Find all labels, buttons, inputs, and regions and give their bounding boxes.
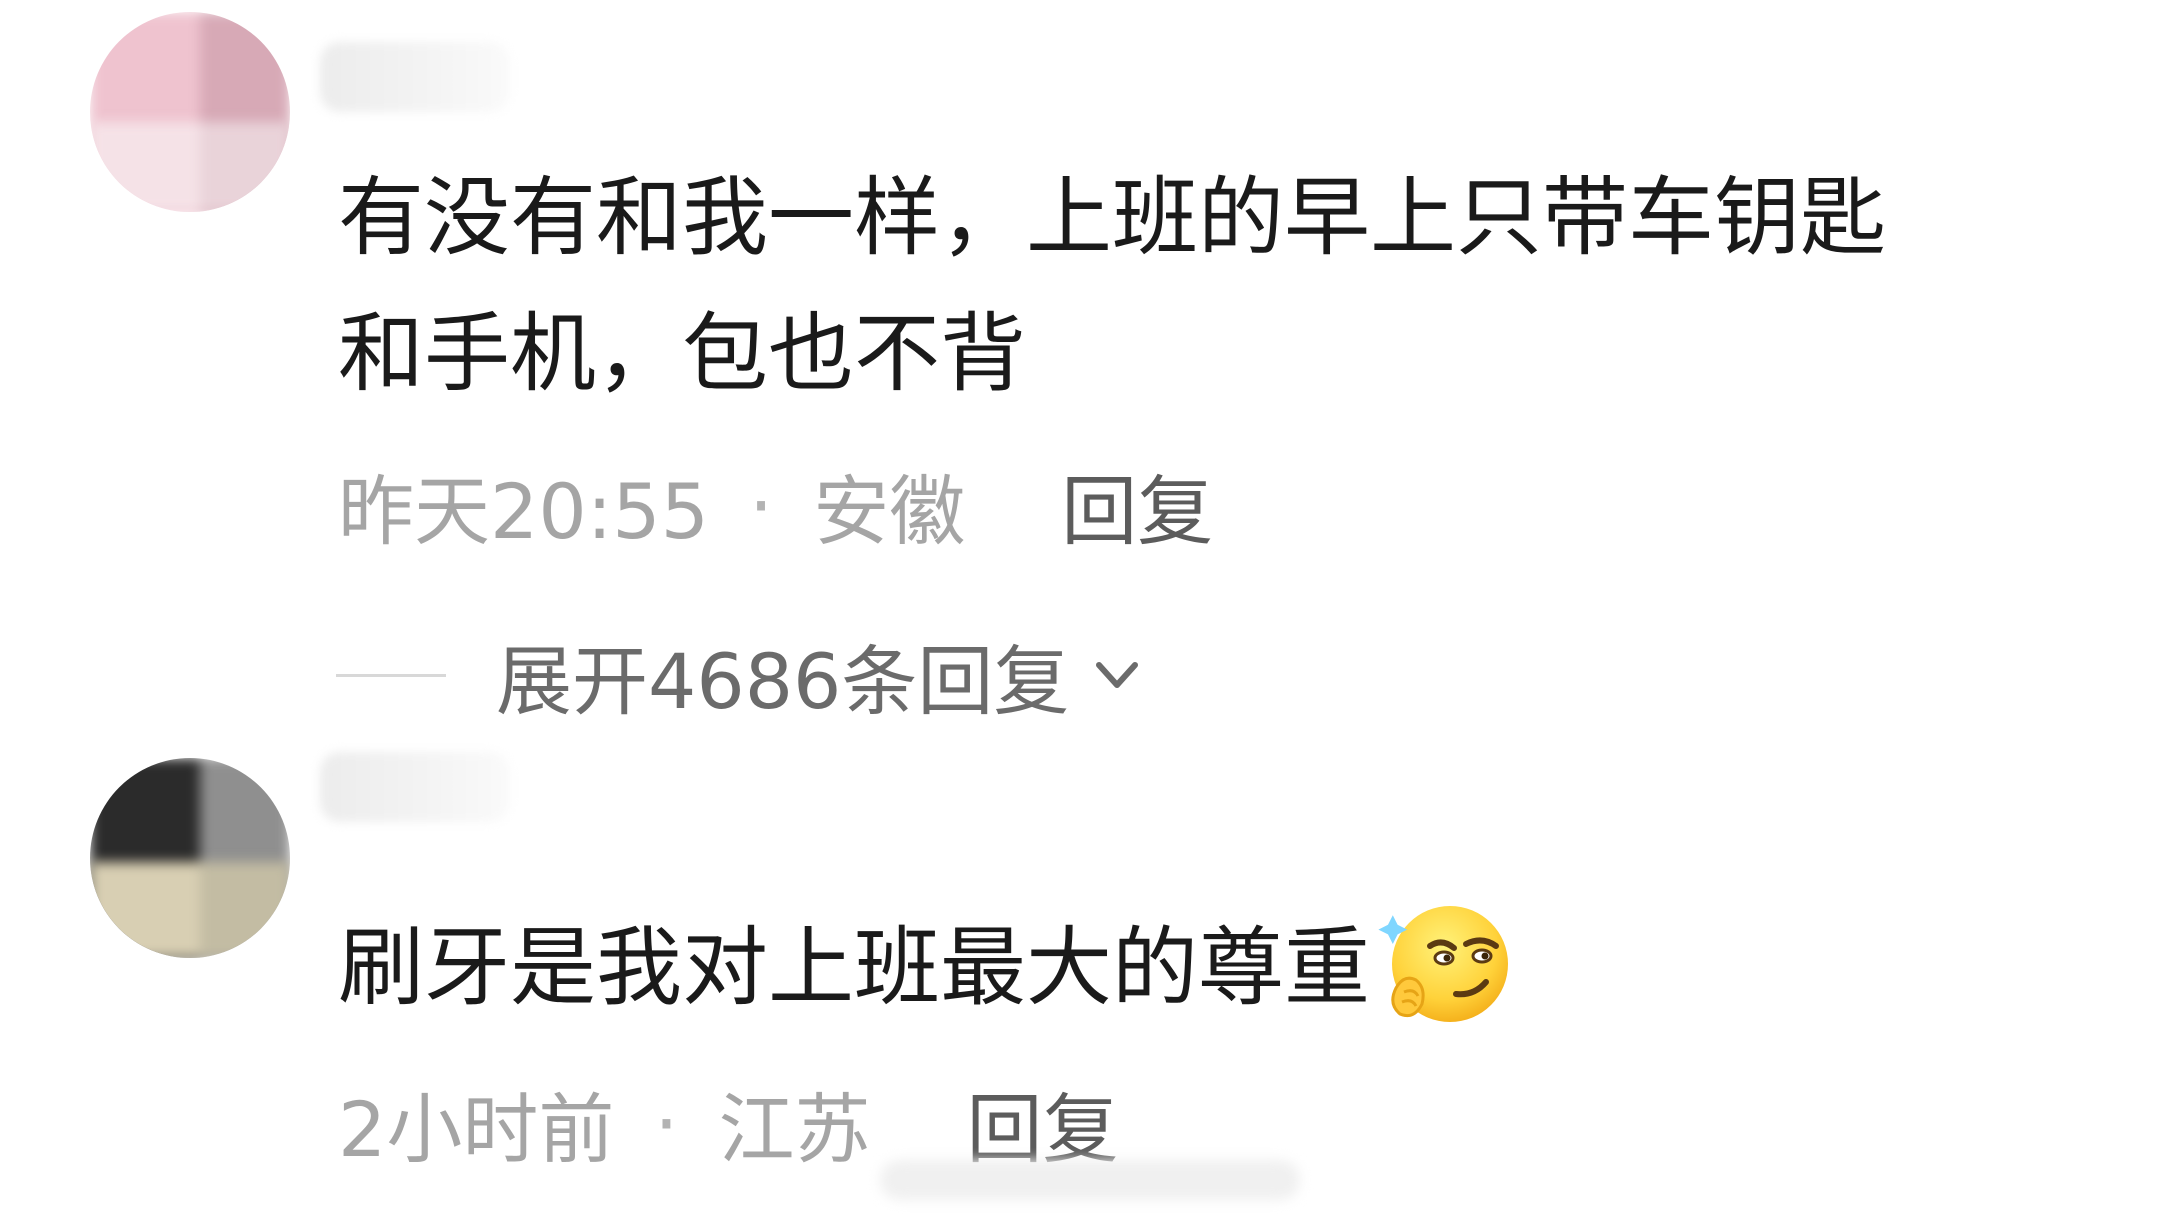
reply-button[interactable]: 回复 xyxy=(1061,450,1213,560)
divider xyxy=(336,673,446,677)
comment-time: 昨天20:55 xyxy=(338,467,710,556)
username-blurred[interactable] xyxy=(320,42,510,112)
avatar[interactable] xyxy=(90,758,290,958)
watermark xyxy=(880,1160,1300,1200)
comment-text-line: 有没有和我一样，上班的早上只带车钥匙 xyxy=(338,168,1886,268)
username-blurred[interactable] xyxy=(320,752,510,822)
chevron-down-icon xyxy=(1096,662,1139,688)
avatar[interactable] xyxy=(90,12,290,212)
comment-time: 2小时前 xyxy=(338,1085,615,1174)
expand-replies-label: 展开4686条回复 xyxy=(496,637,1070,726)
expand-replies-button[interactable]: 展开4686条回复 xyxy=(336,620,1147,730)
comment-text-line: 和手机，包也不背 xyxy=(338,304,1026,404)
comment-text-line: 刷牙是我对上班最大的尊重 xyxy=(338,918,1370,1018)
smirk-emoji-icon xyxy=(1378,905,1508,1022)
comment-meta: 昨天20:55 · 安徽 回复 xyxy=(338,450,1213,560)
comment-location: 江苏 xyxy=(718,1085,871,1174)
comment-location: 安徽 xyxy=(813,467,966,556)
meta-separator: · xyxy=(749,460,774,550)
comment-text: 刷牙是我对上班最大的尊重 xyxy=(338,900,1514,1044)
comment-text: 有没有和我一样，上班的早上只带车钥匙 和手机，包也不背 xyxy=(338,150,1886,422)
meta-separator: · xyxy=(654,1078,679,1168)
